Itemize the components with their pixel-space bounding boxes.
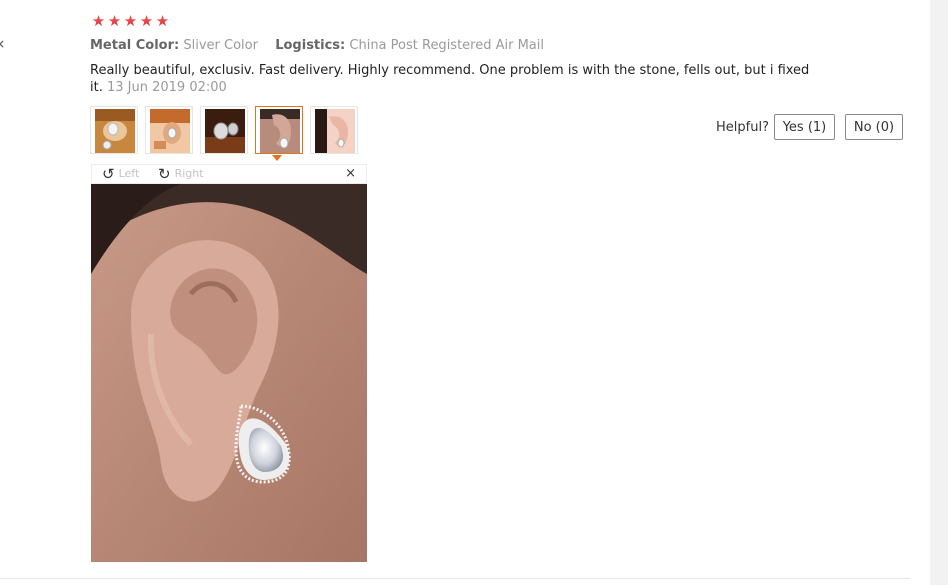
thumbnail-image [95, 109, 135, 153]
thumbnail-image [205, 109, 245, 153]
star-icon: ★ [91, 12, 106, 30]
star-icon: ★ [139, 12, 154, 30]
star-icon: ★ [107, 12, 122, 30]
metal-color-label: Metal Color: [90, 38, 180, 53]
earring-photo [91, 184, 367, 562]
page-scroll-gutter [930, 0, 948, 585]
helpful-yes-button[interactable]: Yes (1) [774, 114, 835, 140]
back-arrow-icon[interactable]: ‹ [0, 36, 5, 53]
rotate-right-icon: ↻ [158, 165, 171, 183]
helpful-label: Helpful? [716, 120, 769, 135]
star-rating: ★ ★ ★ ★ ★ [91, 13, 170, 30]
enlarged-review-photo [91, 184, 367, 562]
rotate-left-label: Left [118, 167, 140, 180]
review-photo-thumbnail[interactable] [90, 106, 138, 154]
rotate-left-button[interactable]: ↺ Left [102, 166, 139, 182]
star-icon: ★ [155, 12, 170, 30]
rotate-right-button[interactable]: ↻ Right [158, 166, 204, 182]
rotate-left-icon: ↺ [102, 165, 115, 183]
review-photo-thumbnail[interactable] [145, 106, 193, 154]
active-thumbnail-caret [272, 155, 282, 161]
helpful-no-button[interactable]: No (0) [845, 114, 903, 140]
star-icon: ★ [123, 12, 138, 30]
metal-color-value: Sliver Color [183, 38, 258, 53]
review-date: 13 Jun 2019 02:00 [106, 80, 227, 95]
order-attributes: Metal Color: Sliver Color Logistics: Chi… [90, 37, 544, 54]
review-photo-thumbnail[interactable] [200, 106, 248, 154]
review-photo-thumbnail-active[interactable] [255, 106, 303, 154]
photo-viewer-toolbar: ↺ Left ↻ Right × [91, 164, 367, 184]
close-viewer-icon[interactable]: × [345, 166, 356, 182]
thumbnail-image [260, 109, 300, 153]
logistics-value: China Post Registered Air Mail [349, 38, 544, 53]
logistics-label: Logistics: [275, 38, 346, 53]
review-divider [0, 578, 910, 579]
thumbnail-image [150, 109, 190, 153]
review-body: Really beautiful, exclusiv. Fast deliver… [90, 62, 820, 96]
review-photo-thumbnail[interactable] [310, 106, 358, 154]
rotate-right-label: Right [174, 167, 204, 180]
thumbnail-image [315, 109, 355, 153]
